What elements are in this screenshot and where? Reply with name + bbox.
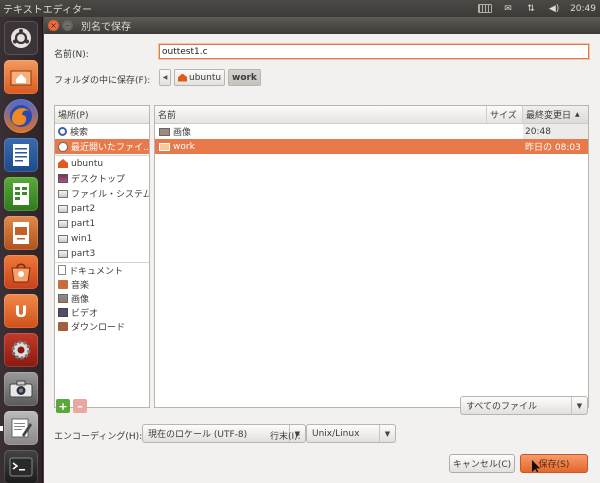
drive-icon bbox=[58, 249, 68, 258]
download-icon bbox=[58, 321, 68, 331]
terminal-icon[interactable] bbox=[4, 450, 38, 483]
firefox-icon[interactable] bbox=[4, 99, 38, 133]
add-bookmark-button[interactable]: + bbox=[56, 399, 70, 413]
chevron-down-icon: ▼ bbox=[379, 425, 395, 442]
places-item-desktop[interactable]: デスクトップ bbox=[55, 171, 149, 186]
column-modified[interactable]: 最終変更日 ▲ bbox=[522, 106, 588, 123]
folder-icon bbox=[159, 127, 170, 136]
folder-icon bbox=[159, 142, 170, 151]
line-end-label: 行末(I): bbox=[270, 432, 301, 442]
places-item-filesystem[interactable]: ファイル・システム bbox=[55, 186, 149, 201]
ubuntu-one-icon[interactable]: U bbox=[4, 294, 38, 328]
breadcrumb-work[interactable]: work bbox=[228, 69, 261, 86]
file-list-header: 名前 サイズ 最終変更日 ▲ bbox=[155, 106, 588, 124]
breadcrumb-back-button[interactable]: ◀ bbox=[159, 69, 171, 86]
software-center-icon[interactable] bbox=[4, 255, 38, 289]
file-row-pictures[interactable]: 画像 20:48 bbox=[155, 124, 588, 139]
places-item-recent[interactable]: 最近開いたファイ... bbox=[55, 139, 149, 154]
chevron-down-icon: ▼ bbox=[571, 397, 587, 414]
impress-icon[interactable] bbox=[4, 216, 38, 250]
document-icon bbox=[58, 265, 66, 275]
places-item-ubuntu[interactable]: ubuntu bbox=[55, 156, 149, 171]
drive-icon bbox=[58, 234, 68, 243]
search-icon bbox=[58, 127, 67, 136]
plus-icon: + bbox=[58, 399, 68, 413]
cancel-button[interactable]: キャンセル(C) bbox=[449, 454, 515, 473]
top-panel: テキストエディター ✉ ⇅ ◀) 20:49 bbox=[0, 0, 600, 17]
name-label: 名前(N): bbox=[54, 50, 89, 60]
places-item-videos[interactable]: ビデオ bbox=[55, 305, 149, 319]
ubuntu-logo-icon[interactable] bbox=[4, 21, 38, 55]
home-icon bbox=[178, 73, 187, 82]
minus-icon: – bbox=[77, 399, 83, 413]
writer-icon[interactable] bbox=[4, 138, 38, 172]
encoding-label: エンコーディング(H): bbox=[54, 432, 143, 442]
keyboard-icon[interactable] bbox=[478, 4, 493, 14]
text-editor-icon[interactable] bbox=[4, 411, 38, 445]
places-item-downloads[interactable]: ダウンロード bbox=[55, 319, 149, 333]
left-arrow-icon: ◀ bbox=[162, 74, 168, 81]
clock[interactable]: 20:49 bbox=[570, 4, 596, 14]
drive-icon bbox=[58, 219, 68, 228]
save-button[interactable]: 保存(S) bbox=[520, 454, 588, 473]
dialog-title: 別名で保存 bbox=[81, 22, 131, 33]
volume-icon[interactable]: ◀) bbox=[547, 4, 561, 14]
network-icon[interactable]: ⇅ bbox=[524, 4, 538, 14]
places-item-music[interactable]: 音楽 bbox=[55, 277, 149, 291]
music-icon bbox=[58, 279, 68, 289]
column-size[interactable]: サイズ bbox=[486, 106, 522, 123]
close-icon[interactable]: × bbox=[48, 20, 59, 31]
dialog-titlebar: × – 別名で保存 bbox=[44, 17, 600, 34]
places-item-part2[interactable]: part2 bbox=[55, 201, 149, 216]
pictures-icon bbox=[58, 293, 68, 303]
save-as-dialog: × – 別名で保存 名前(N): フォルダの中に保存(F): ◀ ubuntu … bbox=[44, 17, 600, 483]
places-pane: 場所(P) 検索 最近開いたファイ... ubuntu デスクトップ ファイル・… bbox=[54, 105, 150, 408]
column-name[interactable]: 名前 bbox=[155, 106, 486, 123]
desktop-icon bbox=[58, 174, 68, 183]
launcher: U bbox=[0, 17, 43, 483]
mail-icon[interactable]: ✉ bbox=[501, 4, 515, 14]
places-item-win1[interactable]: win1 bbox=[55, 231, 149, 246]
running-indicator bbox=[0, 426, 3, 431]
home-icon bbox=[58, 159, 68, 168]
sort-up-icon: ▲ bbox=[575, 111, 580, 118]
file-row-work[interactable]: work 昨日の 08:03 bbox=[155, 139, 588, 154]
places-header[interactable]: 場所(P) bbox=[55, 106, 149, 124]
places-item-pictures[interactable]: 画像 bbox=[55, 291, 149, 305]
clock-icon bbox=[58, 141, 68, 152]
drive-icon bbox=[58, 189, 68, 198]
remove-bookmark-button[interactable]: – bbox=[73, 399, 87, 413]
save-in-label: フォルダの中に保存(F): bbox=[54, 76, 151, 86]
camera-icon[interactable] bbox=[4, 372, 38, 406]
calc-icon[interactable] bbox=[4, 177, 38, 211]
line-end-combo[interactable]: Unix/Linux ▼ bbox=[306, 424, 396, 443]
places-item-part3[interactable]: part3 bbox=[55, 246, 149, 261]
file-filter-combo[interactable]: すべてのファイル ▼ bbox=[460, 396, 588, 415]
video-icon bbox=[58, 307, 68, 317]
home-folder-icon[interactable] bbox=[4, 60, 38, 94]
places-item-documents[interactable]: ドキュメント bbox=[55, 263, 149, 277]
file-list-pane: 名前 サイズ 最終変更日 ▲ 画像 20:48 work 昨日の 08:03 bbox=[154, 105, 589, 408]
drive-icon bbox=[58, 204, 68, 213]
places-item-search[interactable]: 検索 bbox=[55, 124, 149, 139]
settings-icon[interactable] bbox=[4, 333, 38, 367]
indicator-area: ✉ ⇅ ◀) 20:49 bbox=[478, 0, 596, 17]
breadcrumb-ubuntu[interactable]: ubuntu bbox=[174, 69, 226, 86]
minimize-icon[interactable]: – bbox=[62, 20, 73, 31]
app-title: テキストエディター bbox=[3, 5, 92, 16]
filename-input[interactable] bbox=[159, 44, 589, 59]
places-item-part1[interactable]: part1 bbox=[55, 216, 149, 231]
